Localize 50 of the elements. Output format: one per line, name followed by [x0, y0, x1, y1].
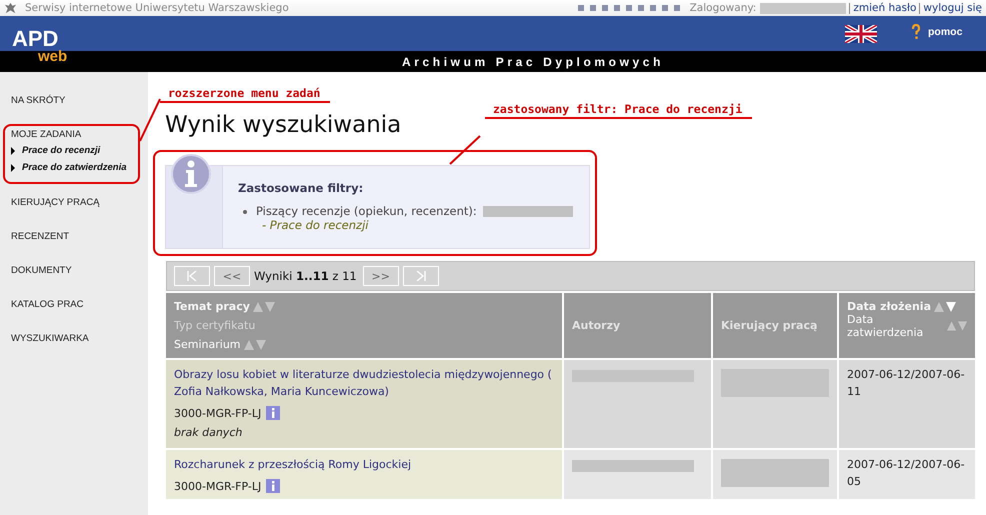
first-page-icon: [187, 271, 197, 281]
thesis-link[interactable]: Obrazy losu kobiet w literaturze dwudziestolecia międzywojennego ( Zofia Nałkowska, Maria Kuncewiczowa): [174, 366, 554, 400]
site-name: Serwisy internetowe Uniwersytetu Warszawskiego: [25, 2, 289, 14]
logged-label: Zalogowany:: [690, 2, 756, 14]
date-cell: 2007-06-12/2007-06-11: [839, 360, 975, 450]
leader-line: [139, 98, 161, 142]
top-link[interactable]: wyloguj się: [923, 2, 982, 14]
page-heading: Wynik wyszukiwania: [165, 112, 402, 138]
sort-icon[interactable]: [244, 340, 266, 350]
annotation-label: zastosowany filtr: Prace do recenzji: [485, 102, 752, 119]
next-page-button[interactable]: >>: [362, 266, 399, 286]
menu-item[interactable]: KATALOG PRAC: [11, 298, 148, 312]
annotation-label: rozszerzone menu zadań: [160, 86, 330, 103]
logo-sub-text: web: [38, 49, 68, 64]
menu-item[interactable]: DOKUMENTY: [11, 264, 148, 278]
filter-label: Piszący recenzje (opiekun, recenzent):: [256, 204, 477, 218]
flag-icon[interactable]: [845, 25, 877, 43]
menu-item[interactable]: NA SKRÓTY: [11, 94, 148, 108]
sort-icon[interactable]: [252, 302, 275, 312]
prev-page-button[interactable]: <<: [214, 266, 250, 286]
logo-text: APD: [12, 27, 58, 51]
submenu-item[interactable]: Prace do recenzji: [22, 145, 100, 156]
help-icon[interactable]: [911, 24, 921, 40]
menu-item[interactable]: MOJE ZADANIA: [11, 128, 148, 142]
sort-icon[interactable]: [934, 302, 956, 312]
dots-icon: [578, 5, 682, 11]
last-page-icon: [416, 271, 426, 281]
date-cell: 2007-06-12/2007-06-05: [839, 450, 975, 501]
code-text: 3000-MGR-FP-LJ: [174, 480, 262, 492]
results-summary: Wyniki 1..11 z 11: [254, 269, 357, 283]
filter-title: Zastosowane filtry:: [238, 181, 364, 195]
app-title: Archiwum Prac Dyplomowych: [402, 54, 664, 68]
menu-item[interactable]: KIERUJĄCY PRACĄ: [11, 196, 148, 210]
note-text: brak danych: [174, 426, 244, 439]
submenu-item[interactable]: Prace do zatwierdzenia: [22, 162, 127, 173]
last-page-button[interactable]: [402, 266, 439, 286]
arrow-icon: [11, 146, 15, 154]
menu-item[interactable]: RECENZENT: [11, 230, 148, 244]
info-icon[interactable]: [266, 479, 280, 493]
menu-item[interactable]: WYSZUKIWARKA: [11, 332, 148, 346]
help-link[interactable]: pomoc: [928, 26, 962, 38]
first-page-button[interactable]: [174, 266, 210, 286]
info-icon[interactable]: [266, 406, 280, 420]
filter-detail: - Prace do recenzji: [262, 218, 370, 232]
code-text: 3000-MGR-FP-LJ: [174, 406, 262, 420]
sort-icon[interactable]: [946, 320, 967, 330]
thesis-link[interactable]: Rozcharunek z przeszłością Romy Ligockiej: [174, 456, 554, 473]
arrow-icon: [11, 164, 15, 172]
top-link[interactable]: zmień hasło: [853, 2, 916, 14]
bullet-icon: [243, 210, 247, 214]
